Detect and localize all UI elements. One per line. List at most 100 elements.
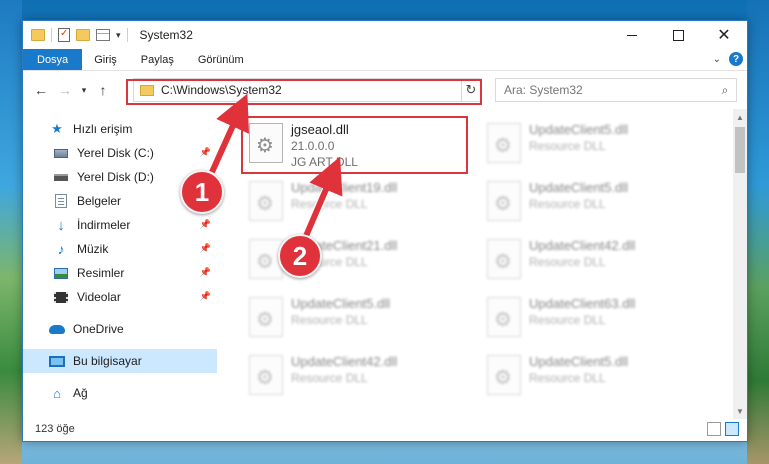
disk-icon [53,170,69,184]
navigation-pane: ★ Hızlı erişim Yerel Disk (C:) 📌 Yerel D… [23,109,217,419]
sidebar-item-label: Müzik [77,242,109,256]
videos-icon [53,290,69,304]
sidebar-item-label: Yerel Disk (C:) [77,146,154,160]
up-button[interactable]: ↑ [91,78,115,102]
title-bar: ▾ System32 ✕ [23,21,747,49]
dll-file-icon [487,239,521,279]
tab-file[interactable]: Dosya [23,49,83,70]
pin-icon[interactable]: 📌 [200,291,211,302]
file-item[interactable]: UpdateClient63.dll Resource DLL [481,291,705,347]
network-icon: ⌂ [53,385,61,401]
file-item[interactable]: UpdateClient5.dll Resource DLL [481,175,705,231]
status-bar: 123 öğe [23,417,747,441]
scroll-up-arrow-icon[interactable]: ▲ [733,109,747,125]
sidebar-item-pictures[interactable]: Resimler 📌 [23,261,217,285]
sidebar-item-local-disk-c[interactable]: Yerel Disk (C:) 📌 [23,141,217,165]
address-bar-highlight [126,79,482,105]
toolbar-separator [126,28,128,42]
tab-share[interactable]: Paylaş [129,49,186,70]
window-controls: ✕ [609,21,747,49]
file-item[interactable]: UpdateClient5.dll Resource DLL [243,291,467,347]
properties-check-icon[interactable] [58,28,70,42]
file-item[interactable]: UpdateClient19.dll Resource DLL [243,175,467,231]
ribbon-tabs: Dosya Giriş Paylaş Görünüm ⌄ ? [23,49,747,71]
help-icon[interactable]: ? [729,52,743,66]
dll-file-icon [487,297,521,337]
sidebar-item-downloads[interactable]: ↓ İndirmeler 📌 [23,213,217,237]
recent-locations-chevron-icon[interactable]: ▾ [77,78,91,102]
details-view-icon[interactable] [707,422,721,436]
dll-file-icon [487,355,521,395]
dll-file-icon [249,297,283,337]
sidebar-item-label: Belgeler [77,194,122,208]
quick-access-toolbar: ▾ [23,28,128,42]
large-icons-view-icon[interactable] [725,422,739,436]
file-highlight [241,116,468,174]
file-name: UpdateClient19.dll [291,180,398,195]
search-box[interactable]: ⌕ [495,78,737,102]
sidebar-item-onedrive[interactable]: OneDrive [23,317,217,341]
sidebar-item-label: Hızlı erişim [73,122,133,136]
vertical-scrollbar[interactable]: ▲ ▼ [733,109,747,419]
desktop-background-right [747,0,769,464]
pictures-icon [53,266,69,280]
file-name: UpdateClient5.dll [529,354,629,369]
minimize-button[interactable] [609,21,655,49]
search-icon[interactable]: ⌕ [714,83,736,98]
scrollbar-thumb[interactable] [735,127,745,173]
step-badge-1: 1 [180,170,224,214]
pin-icon[interactable]: 📌 [200,219,211,230]
tab-view[interactable]: Görünüm [186,49,256,70]
file-description: Resource DLL [529,197,606,211]
toolbar-separator [51,28,52,42]
file-description: Resource DLL [529,139,606,153]
dll-file-icon [249,181,283,221]
file-item[interactable]: UpdateClient21.dll Resource DLL [243,233,467,289]
file-item[interactable]: UpdateClient5.dll Resource DLL [481,117,705,173]
file-description: Resource DLL [291,371,368,385]
maximize-button[interactable] [655,21,701,49]
new-folder-icon[interactable] [76,29,90,41]
close-button[interactable]: ✕ [701,21,747,49]
file-description: Resource DLL [529,255,606,269]
customize-toolbar-chevron-icon[interactable]: ▾ [116,30,121,41]
step-badge-2: 2 [278,234,322,278]
expand-ribbon-chevron-icon[interactable]: ⌄ [713,54,721,65]
file-description: Resource DLL [291,313,368,327]
file-description: Resource DLL [529,371,606,385]
view-switcher [707,422,739,436]
pin-icon[interactable]: 📌 [200,243,211,254]
sidebar-item-network[interactable]: ⌂ Ağ [23,381,217,405]
file-item[interactable]: UpdateClient42.dll Resource DLL [243,349,467,405]
onedrive-icon [49,322,65,336]
dll-file-icon [487,123,521,163]
file-name: UpdateClient5.dll [291,296,391,311]
sidebar-item-label: OneDrive [73,322,124,336]
pin-icon[interactable]: 📌 [200,147,211,158]
file-name: UpdateClient5.dll [529,180,629,195]
sidebar-item-label: Ağ [73,386,88,400]
file-description: Resource DLL [291,197,368,211]
file-description: Resource DLL [529,313,606,327]
sidebar-item-label: Yerel Disk (D:) [77,170,154,184]
file-item[interactable]: UpdateClient42.dll Resource DLL [481,233,705,289]
dll-file-icon [487,181,521,221]
sidebar-item-videos[interactable]: Videolar 📌 [23,285,217,309]
file-name: UpdateClient42.dll [529,238,636,253]
tab-home[interactable]: Giriş [82,49,129,70]
file-name: UpdateClient42.dll [291,354,398,369]
back-button[interactable]: ← [29,78,53,102]
sidebar-item-music[interactable]: ♪ Müzik 📌 [23,237,217,261]
forward-button[interactable]: → [53,78,77,102]
file-name: UpdateClient5.dll [529,122,629,137]
window-title: System32 [139,28,193,42]
sidebar-item-quick-access[interactable]: ★ Hızlı erişim [23,117,217,141]
pin-icon[interactable]: 📌 [200,267,211,278]
star-icon: ★ [51,121,63,136]
sidebar-item-this-pc[interactable]: Bu bilgisayar [23,349,217,373]
properties-icon[interactable] [96,29,110,41]
item-count: 123 öğe [35,423,75,435]
file-item[interactable]: UpdateClient5.dll Resource DLL [481,349,705,405]
search-input[interactable] [496,83,714,97]
dll-file-icon [249,355,283,395]
